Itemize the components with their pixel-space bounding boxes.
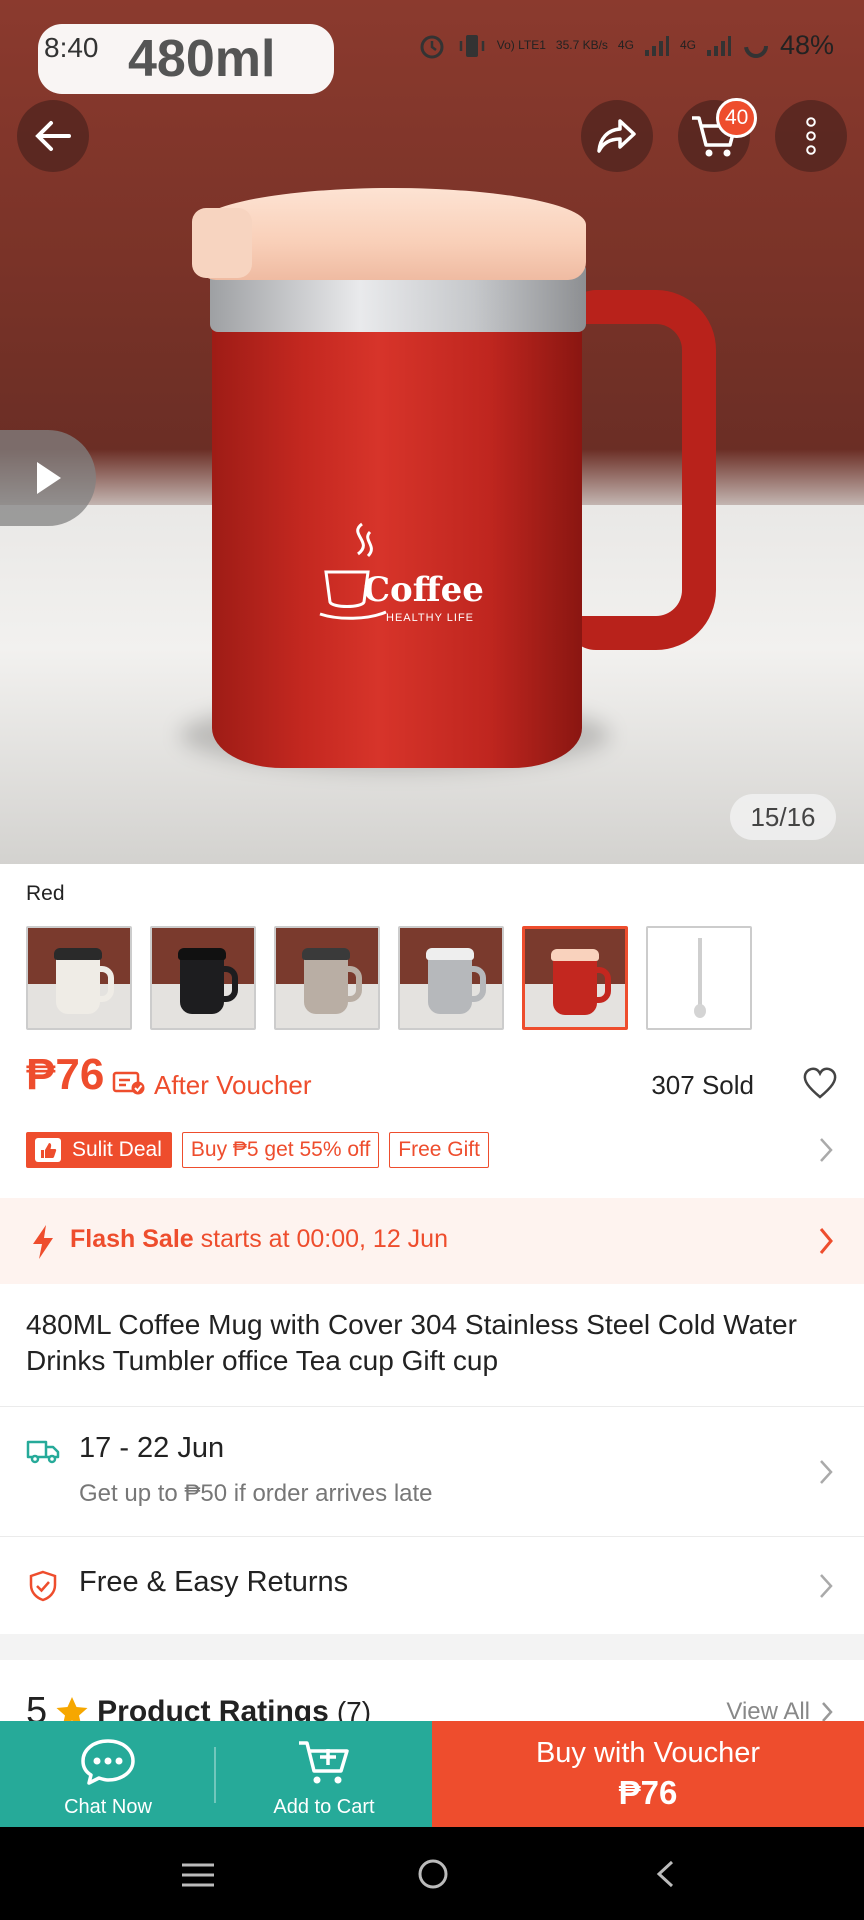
signal-icon: [644, 35, 669, 56]
price: ₱76: [26, 1050, 105, 1099]
battery-percent: 48%: [779, 30, 834, 60]
truck-icon: [26, 1440, 60, 1464]
back-nav-icon[interactable]: [654, 1859, 676, 1889]
late-guarantee-text: Get up to ₱50 if order arrives late: [79, 1480, 433, 1507]
bottom-left-group: Chat Now Add to Cart: [0, 1721, 432, 1827]
alarm-icon: [420, 35, 444, 58]
play-icon: [37, 462, 61, 494]
more-options-button[interactable]: [775, 100, 847, 172]
divider: [0, 1536, 864, 1537]
network-type-1: 4G: [617, 38, 634, 52]
shield-check-icon: [29, 1570, 57, 1602]
sulit-deal-tag: Sulit Deal: [26, 1132, 172, 1168]
chat-now-button[interactable]: Chat Now: [0, 1721, 216, 1827]
variation-thumb-white[interactable]: [26, 926, 132, 1030]
buy-with-voucher-label: Buy with Voucher: [535, 1736, 761, 1769]
mug-logo-text: Coffee: [363, 570, 484, 610]
section-spacer: [0, 1634, 864, 1660]
promo-tag: Buy ₱5 get 55% off: [181, 1132, 380, 1168]
chevron-right-icon: [820, 1574, 833, 1598]
system-navigation-bar: [0, 1827, 864, 1920]
sulit-deal-label: Sulit Deal: [72, 1138, 162, 1161]
sold-count: 307 Sold: [651, 1070, 754, 1100]
lightning-icon: [33, 1225, 53, 1259]
status-bar: 8:40 Vo) LTE1 35.7 KB/s 4G 4G 48%: [0, 0, 864, 100]
more-vertical-icon: [806, 117, 816, 155]
variation-thumb-black[interactable]: [150, 926, 256, 1030]
flash-sale-banner[interactable]: Flash Sale starts at 00:00, 12 Jun: [0, 1198, 864, 1284]
heart-icon[interactable]: [802, 1066, 838, 1100]
play-video-button[interactable]: [0, 430, 96, 526]
network-speed: 35.7 KB/s: [555, 38, 608, 52]
mug-handle: [566, 290, 716, 650]
divider: [0, 1406, 864, 1407]
flash-sale-text: Flash Sale starts at 00:00, 12 Jun: [70, 1225, 448, 1254]
free-gift-tag: Free Gift: [389, 1132, 489, 1168]
status-time: 8:40: [44, 32, 99, 63]
chevron-right-icon: [819, 1228, 833, 1254]
cart-count-badge: 40: [716, 98, 758, 138]
share-arrow-icon: [597, 119, 636, 153]
chat-bubble-icon: [81, 1739, 135, 1785]
back-button[interactable]: [17, 100, 89, 172]
share-button[interactable]: [581, 100, 653, 172]
add-to-cart-label: Add to Cart: [273, 1796, 375, 1818]
buy-price: ₱76: [618, 1773, 678, 1811]
network-type-2: 4G: [679, 38, 696, 52]
variation-label: Red: [26, 882, 65, 905]
battery-ring-icon: [743, 33, 768, 58]
product-title: 480ML Coffee Mug with Cover 304 Stainles…: [26, 1309, 797, 1376]
returns-label: Free & Easy Returns: [79, 1566, 349, 1598]
variation-thumbnails: [26, 926, 752, 1030]
variation-thumb-khaki[interactable]: [274, 926, 380, 1030]
bottom-action-bar: Chat Now Add to Cart Buy with Voucher ₱7…: [0, 1721, 864, 1827]
variation-thumb-gray[interactable]: [398, 926, 504, 1030]
signal-icon: [706, 35, 731, 56]
delivery-dates: 17 - 22 Jun: [79, 1432, 225, 1464]
flash-sale-label: Flash Sale: [70, 1225, 194, 1253]
voucher-icon: [112, 1071, 145, 1095]
volte-indicator: Vo) LTE1: [496, 38, 546, 52]
mug-lid: [198, 188, 586, 280]
chevron-right-icon[interactable]: [818, 1136, 834, 1164]
recent-apps-icon[interactable]: [180, 1861, 216, 1889]
flash-sale-start: starts at 00:00, 12 Jun: [193, 1225, 448, 1253]
separator: [214, 1747, 216, 1803]
mug-lid-tab: [192, 208, 252, 278]
mug-logo: Coffee HEALTHY LIFE: [318, 520, 488, 630]
status-icons: Vo) LTE1 35.7 KB/s 4G 4G 48%: [417, 30, 834, 61]
variation-thumb-spoon[interactable]: [646, 926, 752, 1030]
promo-tags[interactable]: Sulit Deal Buy ₱5 get 55% off Free Gift: [26, 1132, 489, 1168]
add-to-cart-icon: [299, 1741, 349, 1784]
home-icon[interactable]: [416, 1857, 450, 1891]
arrow-left-icon: [35, 121, 71, 151]
image-counter: 15/16: [730, 794, 836, 840]
vibrate-icon: [459, 34, 484, 57]
chevron-right-icon: [820, 1460, 833, 1484]
after-voucher-label: After Voucher: [154, 1070, 312, 1100]
mug-logo-subtext: HEALTHY LIFE: [386, 612, 475, 624]
buy-with-voucher-button[interactable]: Buy with Voucher ₱76: [432, 1721, 864, 1827]
chat-now-label: Chat Now: [64, 1796, 152, 1818]
add-to-cart-button[interactable]: Add to Cart: [214, 1721, 432, 1827]
variation-thumb-red[interactable]: [522, 926, 628, 1030]
thumbs-up-icon: [35, 1138, 61, 1162]
